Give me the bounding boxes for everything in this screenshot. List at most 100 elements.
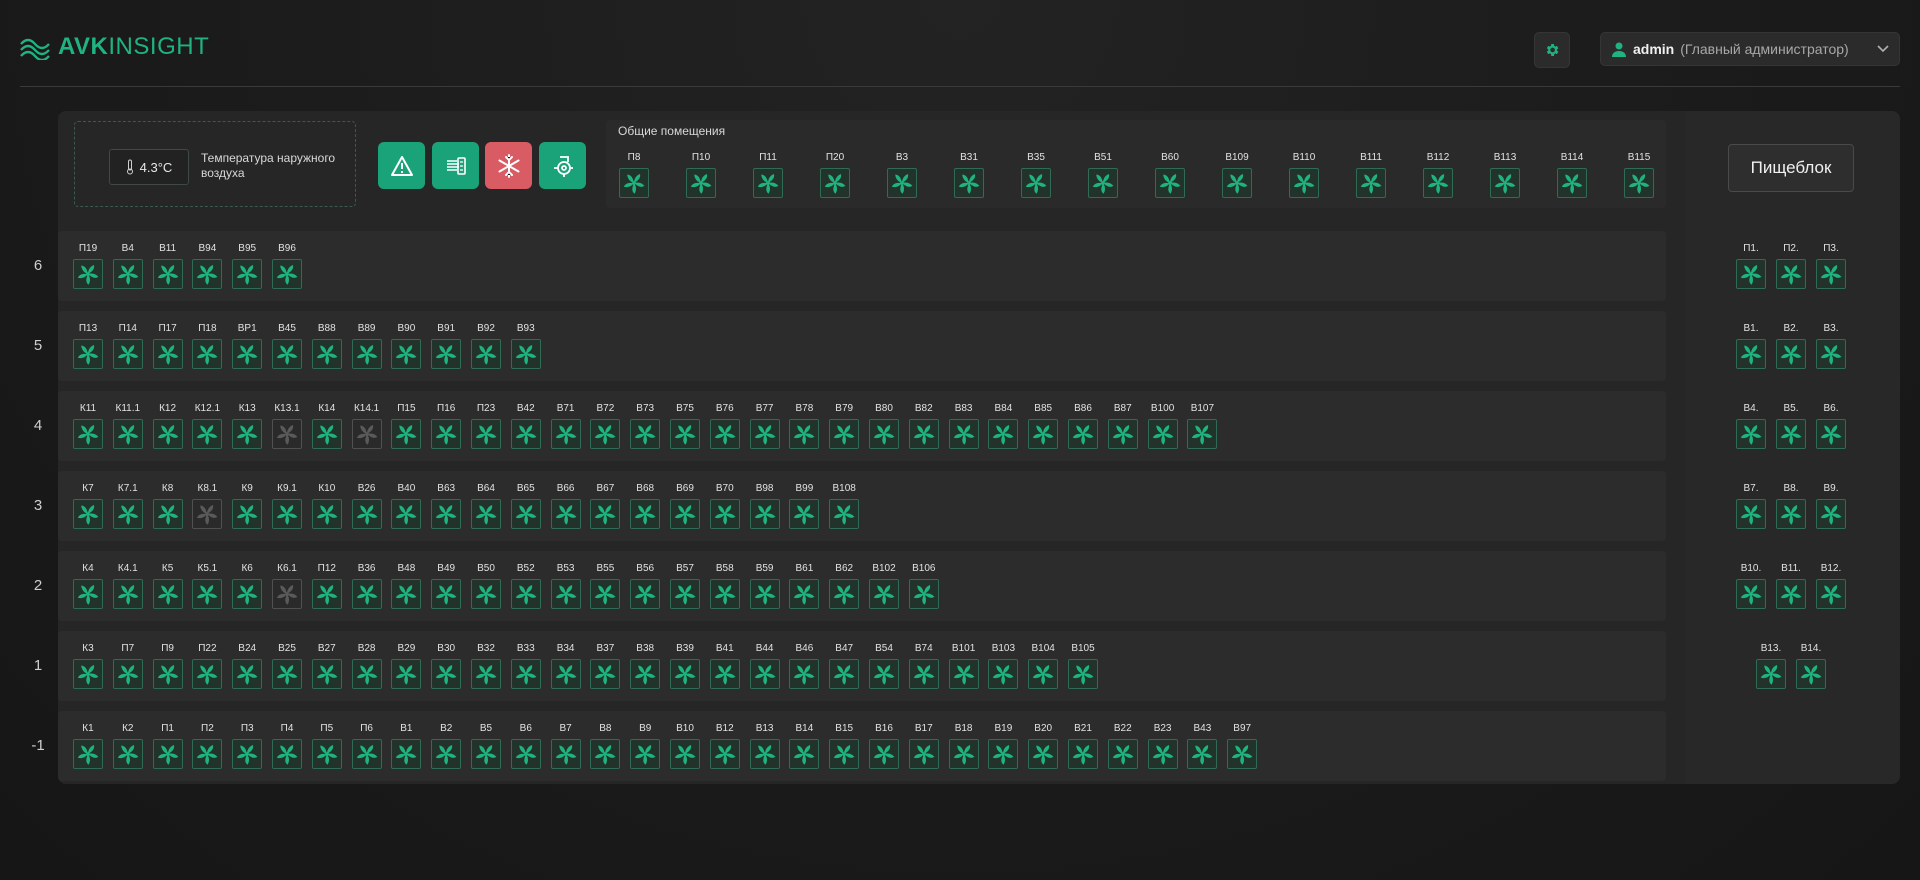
vent-unit[interactable]: В43 [1185,721,1219,771]
vent-unit[interactable]: В7 [549,721,583,771]
vent-unit[interactable]: В3. [1814,321,1848,371]
vent-unit[interactable]: В53 [549,561,583,611]
vent-unit[interactable]: П14 [111,321,145,371]
vent-unit[interactable]: В9 [628,721,662,771]
vent-unit[interactable]: В11 [151,241,185,291]
vent-unit[interactable]: В6 [509,721,543,771]
vent-unit[interactable]: В39 [668,641,702,691]
vent-unit[interactable]: В55 [588,561,622,611]
vent-unit[interactable]: П16 [429,401,463,451]
user-menu-button[interactable]: admin (Главный администратор) [1600,32,1900,66]
vent-unit[interactable]: В31 [952,150,986,200]
vent-unit[interactable]: П8 [617,150,651,200]
vent-unit[interactable]: В57 [668,561,702,611]
vent-unit[interactable]: В12. [1814,561,1848,611]
vent-unit[interactable]: В102 [867,561,901,611]
vent-unit[interactable]: К4.1 [111,561,145,611]
vent-unit[interactable]: В51 [1086,150,1120,200]
vent-unit[interactable]: В18 [947,721,981,771]
vent-unit[interactable]: В22 [1106,721,1140,771]
vent-unit[interactable]: В54 [867,641,901,691]
vent-unit[interactable]: К1 [71,721,105,771]
settings-button[interactable] [1534,32,1570,68]
vent-unit[interactable]: В96 [270,241,304,291]
vent-unit[interactable]: В5. [1774,401,1808,451]
vent-unit[interactable]: В56 [628,561,662,611]
vent-unit[interactable]: В12 [708,721,742,771]
vent-unit[interactable]: К7 [71,481,105,531]
vent-unit[interactable]: П11 [751,150,785,200]
vent-unit[interactable]: В92 [469,321,503,371]
vent-unit[interactable]: В1. [1734,321,1768,371]
vent-unit[interactable]: К11 [71,401,105,451]
vent-unit[interactable]: В97 [1225,721,1259,771]
vent-unit[interactable]: В61 [787,561,821,611]
ventilation-mode-button[interactable] [432,142,479,189]
vent-unit[interactable]: В21 [1066,721,1100,771]
vent-unit[interactable]: В104 [1026,641,1060,691]
vent-unit[interactable]: В29 [389,641,423,691]
vent-unit[interactable]: К7.1 [111,481,145,531]
pump-button[interactable] [539,142,586,189]
vent-unit[interactable]: В69 [668,481,702,531]
vent-unit[interactable]: К10 [310,481,344,531]
vent-unit[interactable]: В101 [947,641,981,691]
vent-unit[interactable]: К12 [151,401,185,451]
vent-unit[interactable]: В71 [549,401,583,451]
vent-unit[interactable]: В17 [907,721,941,771]
vent-unit[interactable]: В90 [389,321,423,371]
vent-unit[interactable]: В6. [1814,401,1848,451]
vent-unit[interactable]: В107 [1185,401,1219,451]
vent-unit[interactable]: К9.1 [270,481,304,531]
vent-unit[interactable]: В41 [708,641,742,691]
vent-unit[interactable]: В106 [907,561,941,611]
vent-unit[interactable]: К6 [230,561,264,611]
vent-unit[interactable]: П12 [310,561,344,611]
vent-unit[interactable]: К11.1 [111,401,145,451]
vent-unit[interactable]: В15 [827,721,861,771]
vent-unit[interactable]: В76 [708,401,742,451]
vent-unit[interactable]: В95 [230,241,264,291]
vent-unit[interactable]: В103 [986,641,1020,691]
vent-unit[interactable]: К14 [310,401,344,451]
vent-unit[interactable]: В58 [708,561,742,611]
vent-unit[interactable]: П17 [151,321,185,371]
vent-unit[interactable]: В35 [1019,150,1053,200]
vent-unit[interactable]: В67 [588,481,622,531]
vent-unit[interactable]: В13 [748,721,782,771]
vent-unit[interactable]: В4. [1734,401,1768,451]
vent-unit[interactable]: В2 [429,721,463,771]
vent-unit[interactable]: В112 [1421,150,1455,200]
vent-unit[interactable]: В65 [509,481,543,531]
vent-unit[interactable]: В62 [827,561,861,611]
vent-unit[interactable]: В59 [748,561,782,611]
vent-unit[interactable]: П7 [111,641,145,691]
vent-unit[interactable]: В94 [190,241,224,291]
vent-unit[interactable]: В27 [310,641,344,691]
vent-unit[interactable]: В75 [668,401,702,451]
vent-unit[interactable]: П6 [350,721,384,771]
vent-unit[interactable]: П23 [469,401,503,451]
vent-unit[interactable]: К5 [151,561,185,611]
vent-unit[interactable]: В105 [1066,641,1100,691]
vent-unit[interactable]: П13 [71,321,105,371]
vent-unit[interactable]: В46 [787,641,821,691]
vent-unit[interactable]: В8. [1774,481,1808,531]
vent-unit[interactable]: В37 [588,641,622,691]
vent-unit[interactable]: К13.1 [270,401,304,451]
vent-unit[interactable]: П22 [190,641,224,691]
vent-unit[interactable]: В50 [469,561,503,611]
vent-unit[interactable]: В1 [389,721,423,771]
vent-unit[interactable]: П3 [230,721,264,771]
vent-unit[interactable]: В93 [509,321,543,371]
vent-unit[interactable]: В80 [867,401,901,451]
vent-unit[interactable]: П18 [190,321,224,371]
vent-unit[interactable]: В47 [827,641,861,691]
vent-unit[interactable]: К8.1 [190,481,224,531]
vent-unit[interactable]: В33 [509,641,543,691]
vent-unit[interactable]: В2. [1774,321,1808,371]
vent-unit[interactable]: К4 [71,561,105,611]
vent-unit[interactable]: В49 [429,561,463,611]
vent-unit[interactable]: В72 [588,401,622,451]
vent-unit[interactable]: В4 [111,241,145,291]
